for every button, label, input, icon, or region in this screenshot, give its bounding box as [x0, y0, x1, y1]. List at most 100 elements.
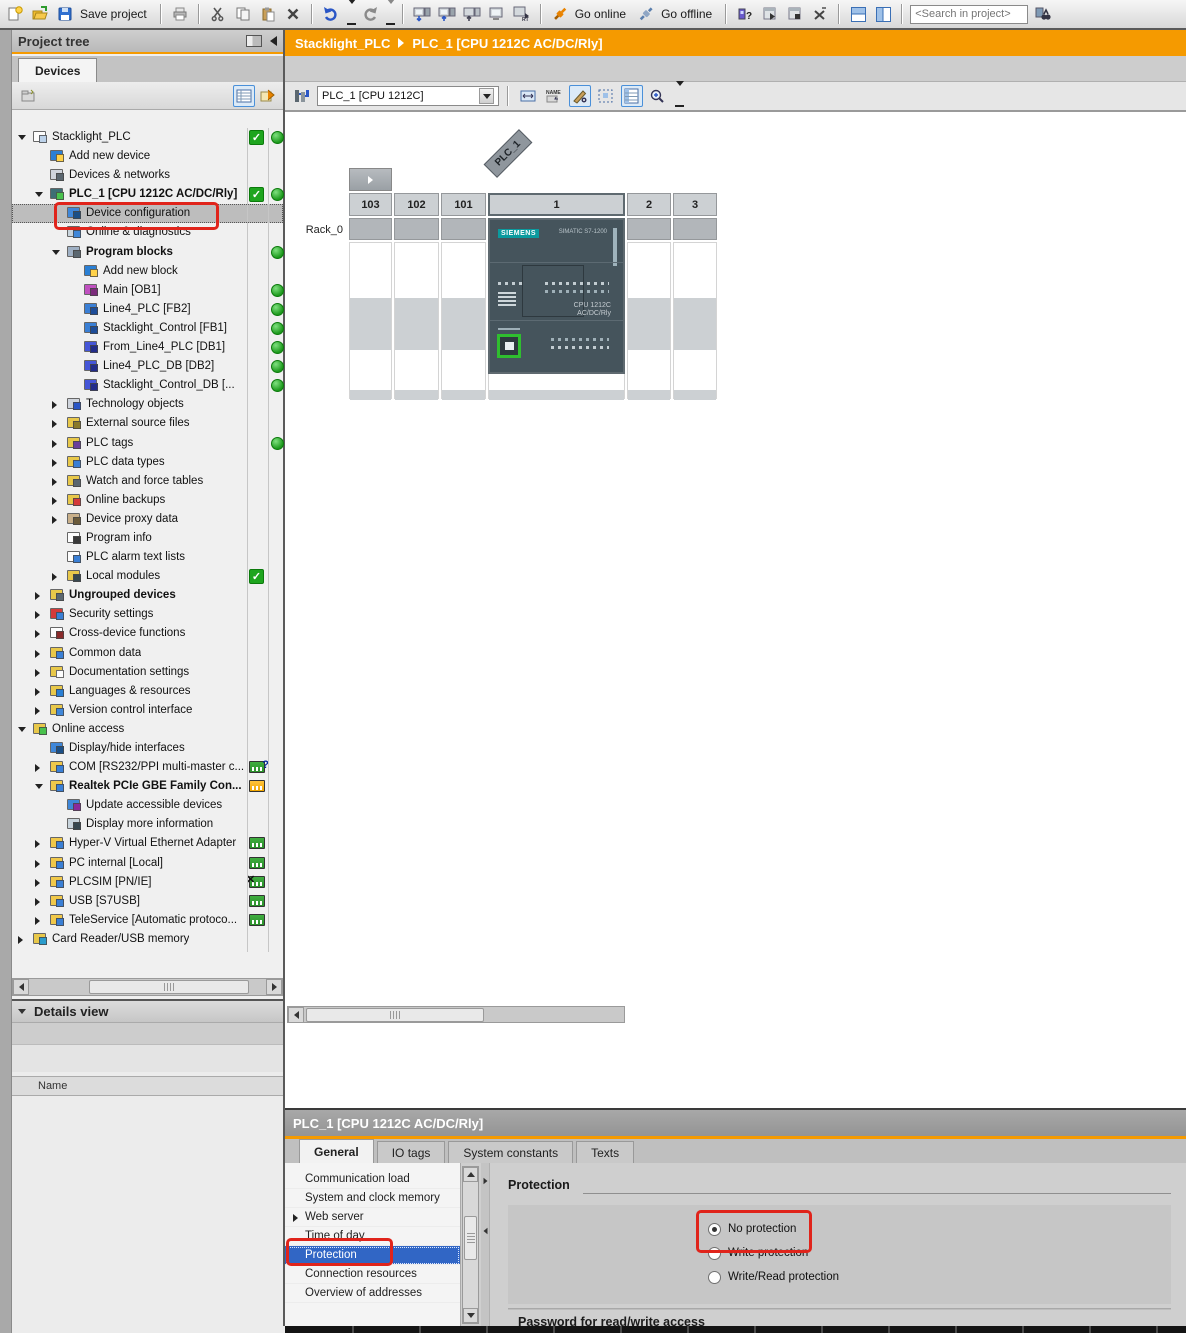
device-name-tag[interactable]: PLC_1	[484, 129, 533, 178]
radio-button-icon[interactable]	[708, 1223, 721, 1236]
device-selector-dropdown[interactable]: PLC_1 [CPU 1212C]	[317, 86, 499, 106]
expand-arrow-icon[interactable]	[52, 420, 57, 428]
rename-icon[interactable]: NAME	[543, 85, 565, 107]
expand-arrow-icon[interactable]	[52, 401, 57, 409]
nav-vscrollbar[interactable]	[462, 1166, 479, 1324]
expand-arrow-icon[interactable]	[35, 669, 40, 677]
scroll-left-icon[interactable]	[13, 979, 29, 995]
slot-body-3[interactable]	[673, 242, 717, 399]
dropdown-arrow-icon[interactable]	[479, 88, 494, 104]
tree-item-from-line4-plc-db1[interactable]: From_Line4_PLC [DB1]	[12, 338, 283, 357]
tree-item-external-source-files[interactable]: External source files	[12, 414, 283, 433]
tree-item-display-hide-interfaces[interactable]: Display/hide interfaces	[12, 739, 283, 758]
go-offline-plug-icon[interactable]	[635, 3, 657, 25]
tree-item-plcsim-pn-ie[interactable]: PLCSIM [PN/IE]	[12, 873, 283, 892]
tree-item-ungrouped-devices[interactable]: Ungrouped devices	[12, 586, 283, 605]
new-folder-icon[interactable]	[18, 85, 40, 107]
tree-item-stacklight-control-fb1[interactable]: Stacklight_Control [FB1]	[12, 319, 283, 338]
tree-item-program-info[interactable]: Program info	[12, 529, 283, 548]
expand-view-icon[interactable]	[257, 85, 279, 107]
save-project-icon[interactable]	[54, 3, 76, 25]
tab-system-constants[interactable]: System constants	[448, 1141, 573, 1163]
nav-item-web-server[interactable]: Web server	[285, 1208, 460, 1227]
tree-item-plc-data-types[interactable]: PLC data types	[12, 453, 283, 472]
scroll-right-icon[interactable]	[266, 979, 282, 995]
new-project-icon[interactable]	[4, 3, 26, 25]
snapshot-icon[interactable]	[486, 3, 508, 25]
show-addresses-icon[interactable]	[569, 85, 591, 107]
tree-item-display-more-information[interactable]: Display more information	[12, 815, 283, 834]
expand-arrow-icon[interactable]	[18, 936, 23, 944]
tree-item-documentation-settings[interactable]: Documentation settings	[12, 663, 283, 682]
tree-item-watch-and-force-tables[interactable]: Watch and force tables	[12, 472, 283, 491]
tree-item-online-access[interactable]: Online access	[12, 720, 283, 739]
tab-io-tags[interactable]: IO tags	[377, 1141, 446, 1163]
split-vertical-icon[interactable]	[872, 3, 894, 25]
go-online-button[interactable]: Go online	[575, 7, 626, 21]
radio-no-protection[interactable]: No protection	[708, 1219, 796, 1239]
tree-item-line4-plc-fb2[interactable]: Line4_PLC [FB2]	[12, 300, 283, 319]
expand-arrow-icon[interactable]	[35, 650, 40, 658]
tree-item-hyper-v-virtual-ethernet-adapter[interactable]: Hyper-V Virtual Ethernet Adapter	[12, 834, 283, 853]
scroll-left-icon[interactable]	[288, 1007, 304, 1023]
tree-item-local-modules[interactable]: Local modules✓	[12, 567, 283, 586]
nav-item-connection-resources[interactable]: Connection resources	[285, 1265, 460, 1284]
ethernet-port[interactable]	[497, 334, 521, 358]
expand-arrow-icon[interactable]	[52, 440, 57, 448]
tree-item-online-backups[interactable]: Online backups	[12, 491, 283, 510]
collapse-panel-icon[interactable]	[270, 36, 277, 46]
slot-header-3[interactable]: 3	[673, 193, 717, 216]
collapse-arrow-icon[interactable]	[52, 250, 60, 255]
scroll-down-icon[interactable]	[463, 1308, 478, 1323]
auto-collapse-icon[interactable]	[246, 35, 262, 47]
tree-item-update-accessible-devices[interactable]: Update accessible devices	[12, 796, 283, 815]
nav-item-protection[interactable]: Protection	[285, 1246, 460, 1265]
expand-arrow-icon[interactable]	[35, 879, 40, 887]
scroll-thumb[interactable]	[306, 1008, 484, 1022]
open-project-icon[interactable]	[29, 3, 51, 25]
scroll-up-icon[interactable]	[463, 1167, 478, 1182]
split-horizontal-icon[interactable]	[847, 3, 869, 25]
zoom-icon[interactable]	[647, 85, 669, 107]
radio-button-icon[interactable]	[708, 1247, 721, 1260]
tree-item-add-new-block[interactable]: Add new block	[12, 262, 283, 281]
tree-item-security-settings[interactable]: Security settings	[12, 605, 283, 624]
expand-arrow-icon[interactable]	[35, 630, 40, 638]
expand-arrow-icon[interactable]	[52, 478, 57, 486]
cut-icon[interactable]	[207, 3, 229, 25]
go-offline-button[interactable]: Go offline	[661, 7, 712, 21]
slot-header-102[interactable]: 102	[394, 193, 439, 216]
collapse-arrow-icon[interactable]	[35, 192, 43, 197]
tree-item-com-rs232-ppi-multi-master-c[interactable]: COM [RS232/PPI multi-master c...	[12, 758, 283, 777]
slot-body-2[interactable]	[627, 242, 671, 399]
expand-arrow-icon[interactable]	[35, 840, 40, 848]
expand-arrow-icon[interactable]	[293, 1214, 298, 1222]
redo-icon[interactable]	[359, 3, 381, 25]
tree-item-cross-device-functions[interactable]: Cross-device functions	[12, 624, 283, 643]
tree-item-online-diagnostics[interactable]: Online & diagnostics	[12, 223, 283, 242]
tree-item-plc-1-cpu-1212c-ac-dc-rly[interactable]: PLC_1 [CPU 1212C AC/DC/Rly]✓	[12, 185, 283, 204]
radio-write-protection[interactable]: Write protection	[708, 1243, 808, 1263]
canvas-hscrollbar[interactable]	[287, 1006, 625, 1023]
tree-item-realtek-pcie-gbe-family-con[interactable]: Realtek PCIe GBE Family Con...	[12, 777, 283, 796]
tree-item-teleservice-automatic-protoco[interactable]: TeleService [Automatic protoco...	[12, 911, 283, 930]
collapse-arrow-icon[interactable]	[18, 135, 26, 140]
grid-icon[interactable]	[595, 85, 617, 107]
expand-arrow-icon[interactable]	[35, 592, 40, 600]
tab-texts[interactable]: Texts	[576, 1141, 634, 1163]
tree-item-common-data[interactable]: Common data	[12, 644, 283, 663]
expand-arrow-icon[interactable]	[35, 611, 40, 619]
project-tree-hscrollbar[interactable]	[12, 978, 283, 996]
tree-item-add-new-device[interactable]: Add new device	[12, 147, 283, 166]
nav-item-system-and-clock-memory[interactable]: System and clock memory	[285, 1189, 460, 1208]
upload-station-icon[interactable]	[461, 3, 483, 25]
close-window-icon[interactable]	[809, 3, 831, 25]
tree-item-device-proxy-data[interactable]: Device proxy data	[12, 510, 283, 529]
tree-item-card-reader-usb-memory[interactable]: Card Reader/USB memory	[12, 930, 283, 949]
go-online-plug-icon[interactable]	[549, 3, 571, 25]
stop-cpu-icon[interactable]	[784, 3, 806, 25]
tree-item-program-blocks[interactable]: Program blocks	[12, 243, 283, 262]
copy-icon[interactable]	[232, 3, 254, 25]
tree-item-usb-s7usb[interactable]: USB [S7USB]	[12, 892, 283, 911]
expand-arrow-icon[interactable]	[35, 688, 40, 696]
